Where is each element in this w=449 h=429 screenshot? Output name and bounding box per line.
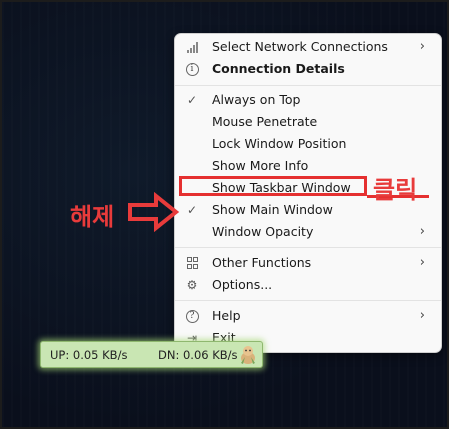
signal-bars-icon — [185, 40, 199, 54]
menu-item-connection-details[interactable]: i Connection Details — [179, 58, 437, 80]
menu-item-label: Show Main Window — [212, 202, 333, 217]
highlight-box — [179, 176, 367, 196]
upload-speed: UP: 0.05 KB/s — [50, 348, 128, 362]
menu-item-label: Lock Window Position — [212, 136, 347, 151]
menu-item-label: Show More Info — [212, 158, 309, 173]
menu-separator — [175, 85, 441, 86]
arrow-right-icon — [128, 192, 180, 232]
menu-item-label: Select Network Connections — [212, 39, 388, 54]
download-speed: DN: 0.06 KB/s — [158, 348, 238, 362]
click-annotation: 클릭 — [373, 176, 418, 204]
chevron-right-icon: › — [419, 39, 425, 54]
menu-item-label: Always on Top — [212, 92, 301, 107]
release-annotation: 해제 — [70, 203, 115, 231]
menu-item-other-functions[interactable]: Other Functions › — [179, 252, 437, 274]
menu-item-mouse-penetrate[interactable]: Mouse Penetrate — [179, 111, 437, 133]
menu-item-select-network-connections[interactable]: Select Network Connections › — [179, 36, 437, 58]
menu-item-label: Window Opacity — [212, 224, 314, 239]
check-icon: ✓ — [186, 93, 198, 107]
menu-item-label: Mouse Penetrate — [212, 114, 318, 129]
menu-item-help[interactable]: ? Help › — [179, 305, 437, 327]
menu-item-window-opacity[interactable]: Window Opacity › — [179, 221, 437, 243]
chevron-right-icon: › — [419, 255, 425, 270]
chevron-right-icon: › — [419, 224, 425, 239]
menu-item-always-on-top[interactable]: ✓ Always on Top — [179, 89, 437, 111]
chevron-right-icon: › — [419, 308, 425, 323]
network-speed-widget[interactable]: UP: 0.05 KB/s DN: 0.06 KB/s — [40, 341, 263, 368]
menu-item-label: Connection Details — [212, 61, 345, 76]
menu-item-label: Help — [212, 308, 241, 323]
menu-item-label: Options... — [212, 277, 273, 292]
menu-item-label: Other Functions — [212, 255, 312, 270]
pet-mascot-icon — [241, 346, 255, 364]
menu-separator — [175, 247, 441, 248]
question-icon: ? — [185, 309, 199, 323]
grid-icon — [185, 256, 199, 270]
gear-icon: ⚙ — [186, 278, 198, 292]
menu-item-options[interactable]: ⚙ Options... — [179, 274, 437, 296]
menu-separator — [175, 300, 441, 301]
info-icon: i — [185, 62, 199, 76]
menu-item-lock-window-position[interactable]: Lock Window Position — [179, 133, 437, 155]
check-icon: ✓ — [186, 203, 198, 217]
